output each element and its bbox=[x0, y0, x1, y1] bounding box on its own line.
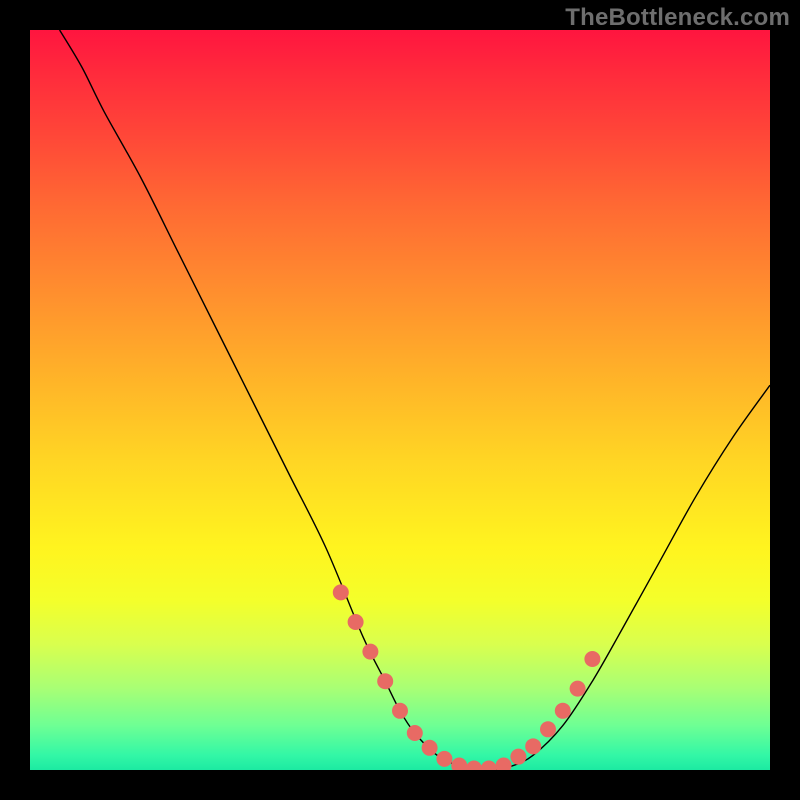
highlight-dot bbox=[584, 651, 600, 667]
watermark-text: TheBottleneck.com bbox=[565, 4, 790, 32]
highlight-dot bbox=[392, 703, 408, 719]
bottleneck-curve bbox=[60, 30, 770, 770]
highlight-dots bbox=[333, 584, 601, 770]
highlight-dot bbox=[362, 644, 378, 660]
chart-svg bbox=[30, 30, 770, 770]
highlight-dot bbox=[407, 725, 423, 741]
plot-area bbox=[30, 30, 770, 770]
highlight-dot bbox=[333, 584, 349, 600]
highlight-dot bbox=[555, 703, 571, 719]
highlight-dot bbox=[451, 758, 467, 770]
highlight-dot bbox=[540, 721, 556, 737]
highlight-dot bbox=[481, 761, 497, 770]
highlight-dot bbox=[525, 738, 541, 754]
highlight-dot bbox=[348, 614, 364, 630]
highlight-dot bbox=[570, 681, 586, 697]
highlight-dot bbox=[436, 751, 452, 767]
highlight-dot bbox=[422, 740, 438, 756]
highlight-dot bbox=[510, 749, 526, 765]
highlight-dot bbox=[466, 761, 482, 770]
chart-frame: TheBottleneck.com bbox=[0, 0, 800, 800]
highlight-dot bbox=[377, 673, 393, 689]
highlight-dot bbox=[496, 758, 512, 770]
